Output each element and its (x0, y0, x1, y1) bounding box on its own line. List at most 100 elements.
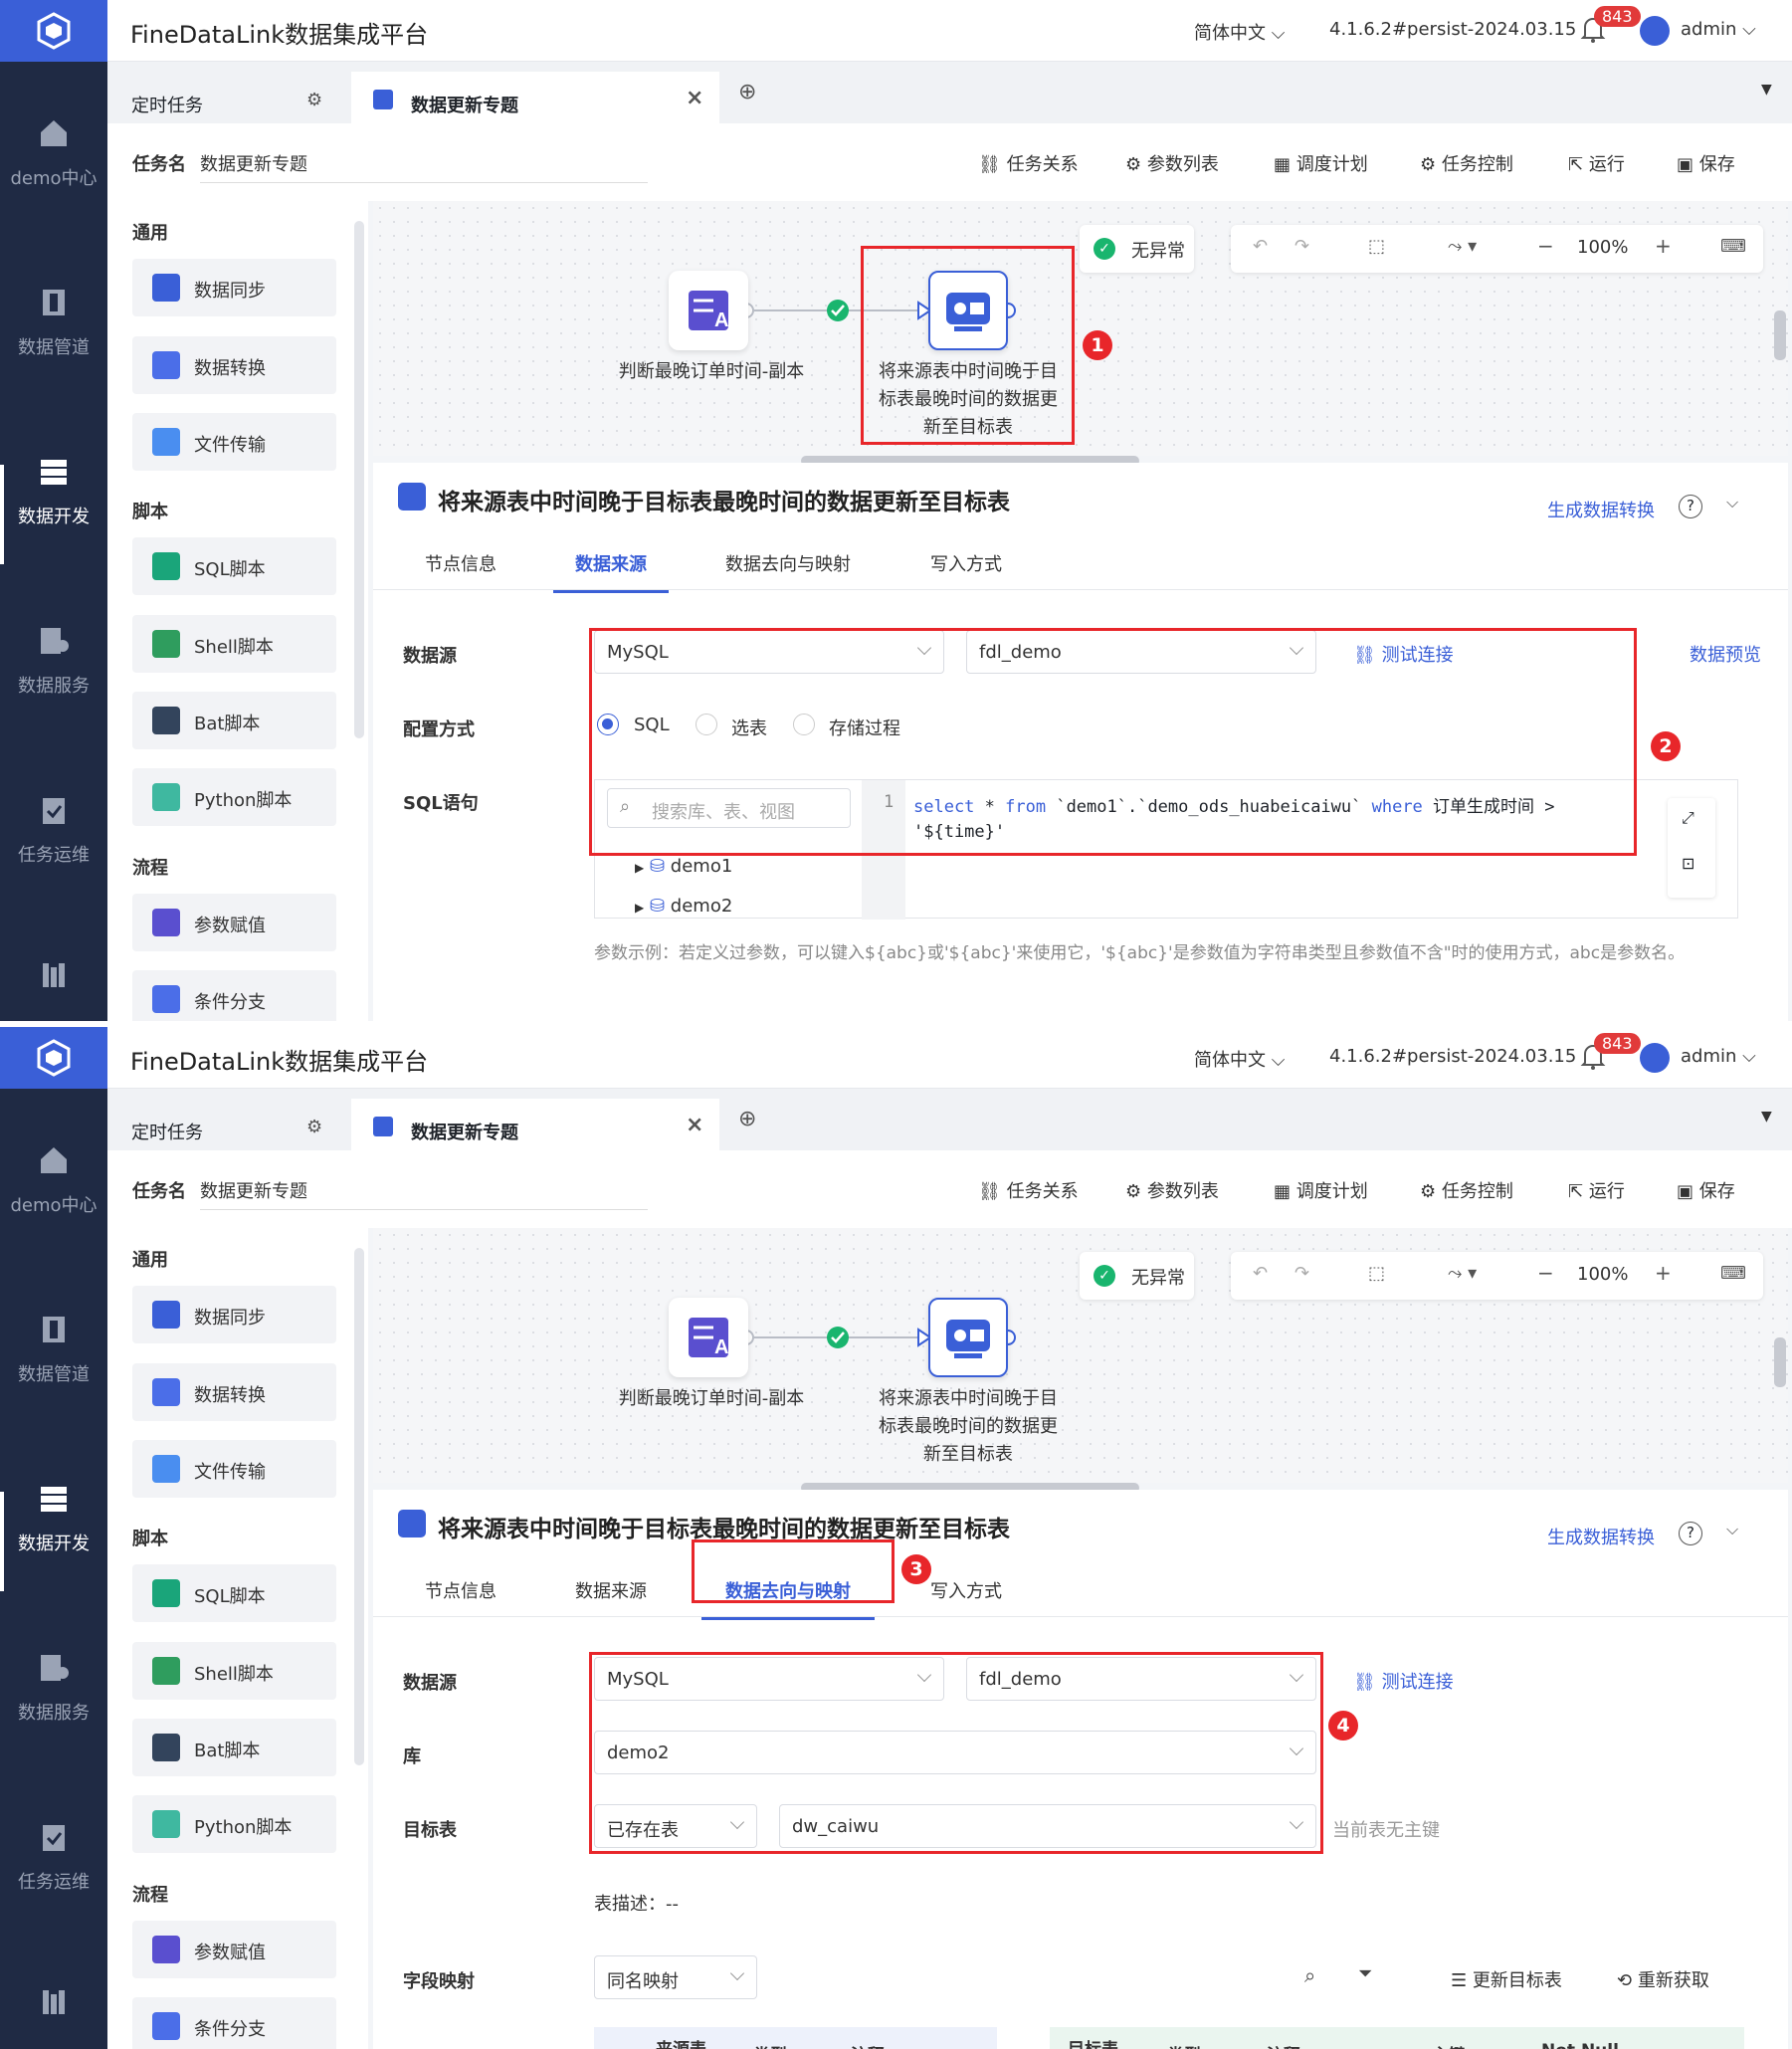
palette-data-transform[interactable]: 数据转换 (132, 1363, 336, 1421)
close-icon[interactable]: × (686, 1113, 703, 1137)
language-select[interactable]: 简体中文 ⌵ (1194, 19, 1285, 45)
palette-shell[interactable]: Shell脚本 (132, 1642, 336, 1700)
language-select[interactable]: 简体中文 ⌵ (1194, 1046, 1285, 1072)
chevron-down-icon[interactable]: ⌵ (1726, 493, 1738, 512)
chevron-down-icon[interactable]: ⌵ (1726, 1520, 1738, 1539)
node-update-target[interactable] (928, 1298, 1008, 1377)
palette-branch[interactable]: 条件分支 (132, 970, 336, 1021)
task-control-button[interactable]: ⚙ 任务控制 (1420, 1177, 1513, 1203)
mapping-mode-select[interactable]: 同名映射 (594, 1955, 757, 1999)
canvas-vscroll[interactable] (1774, 310, 1786, 360)
task-relation-button[interactable]: ⛓ 任务关系 (978, 150, 1079, 176)
palette-data-sync[interactable]: 数据同步 (132, 259, 336, 316)
task-control-button[interactable]: ⚙ 任务控制 (1420, 150, 1513, 176)
param-list-button[interactable]: ⚙ 参数列表 (1125, 1177, 1219, 1203)
update-target-button[interactable]: ☰ 更新目标表 (1451, 1966, 1562, 1992)
tab-active[interactable]: 数据更新专题 × (351, 1099, 719, 1150)
node-judge-latest[interactable]: A (669, 271, 748, 350)
palette-data-sync[interactable]: 数据同步 (132, 1286, 336, 1343)
add-tab-icon[interactable]: ⊕ (738, 1107, 756, 1131)
run-button[interactable]: ⇱ 运行 (1568, 150, 1625, 176)
schedule-button[interactable]: ▦ 调度计划 (1274, 1177, 1368, 1203)
palette-data-transform[interactable]: 数据转换 (132, 336, 336, 394)
test-connection-link[interactable]: ⛓ 测试连接 (1353, 1668, 1454, 1694)
caret-down-icon[interactable]: ▼ (1761, 82, 1772, 98)
gen-transform-link[interactable]: 生成数据转换 (1547, 497, 1655, 522)
tab-write-mode[interactable]: 写入方式 (930, 550, 1002, 576)
palette-scrollbar[interactable] (354, 221, 364, 738)
avatar[interactable] (1640, 16, 1670, 46)
add-tab-icon[interactable]: ⊕ (738, 80, 756, 104)
tree-item-demo1[interactable]: ▶ ⛁ demo1 (635, 856, 732, 877)
format-icon[interactable]: ⊡ (1682, 854, 1694, 873)
gear-icon[interactable]: ⚙ (306, 1117, 322, 1137)
flow-canvas[interactable]: ✓ 无异常 ↶ ↷ ⬚ ⤳ ▾ − 100% + ⌨ A 判断最晚订单时间-副本 … (373, 1228, 1788, 1493)
task-name-input[interactable]: 数据更新专题 (200, 150, 648, 183)
help-icon[interactable]: ? (1679, 495, 1702, 518)
tab-data-target[interactable]: 数据去向与映射 (725, 550, 851, 576)
sidebar-item-service[interactable]: 数据服务 (0, 624, 107, 743)
task-relation-button[interactable]: ⛓ 任务关系 (978, 1177, 1079, 1203)
gear-icon[interactable]: ⚙ (306, 90, 322, 110)
palette-python[interactable]: Python脚本 (132, 768, 336, 826)
palette-sql[interactable]: SQL脚本 (132, 1564, 336, 1622)
node-judge-latest[interactable]: A (669, 1298, 748, 1377)
user-menu[interactable]: admin ⌵ (1681, 1046, 1756, 1067)
tab-write-mode[interactable]: 写入方式 (930, 1577, 1002, 1603)
label-line: 将来源表中时间晚于目 (879, 1388, 1058, 1409)
search-icon[interactable]: ⌕ (1304, 1963, 1315, 1987)
tab-node-info[interactable]: 节点信息 (425, 1577, 497, 1603)
param-list-button[interactable]: ⚙ 参数列表 (1125, 150, 1219, 176)
run-button[interactable]: ⇱ 运行 (1568, 1177, 1625, 1203)
tab-active[interactable]: 数据更新专题 × (351, 72, 719, 123)
sidebar-item-service[interactable]: 数据服务 (0, 1651, 107, 1770)
palette-shell[interactable]: Shell脚本 (132, 615, 336, 673)
tab-data-source[interactable]: 数据来源 (575, 1577, 647, 1603)
palette-file-transfer[interactable]: 文件传输 (132, 413, 336, 471)
save-button[interactable]: ▣ 保存 (1677, 150, 1735, 176)
filter-icon[interactable]: ⏷ (1358, 1963, 1372, 1984)
refetch-button[interactable]: ⟲ 重新获取 (1617, 1966, 1709, 1992)
palette-python[interactable]: Python脚本 (132, 1795, 336, 1853)
canvas-vscroll[interactable] (1774, 1337, 1786, 1387)
close-icon[interactable]: × (686, 86, 703, 110)
sidebar-item-demo[interactable]: demo中心 (0, 116, 107, 236)
app-logo[interactable] (0, 1027, 107, 1089)
palette-branch[interactable]: 条件分支 (132, 1997, 336, 2049)
sidebar-item-ops[interactable]: 任务运维 (0, 793, 107, 913)
sidebar-item-more[interactable] (0, 1984, 107, 2034)
expand-icon[interactable]: ⤢ (1682, 808, 1694, 828)
sidebar-item-more[interactable] (0, 957, 107, 1007)
sidebar-item-ops[interactable]: 任务运维 (0, 1820, 107, 1940)
help-icon[interactable]: ? (1679, 1522, 1702, 1545)
palette-param-assign[interactable]: 参数赋值 (132, 1921, 336, 1978)
palette-scrollbar[interactable] (354, 1248, 364, 1765)
avatar[interactable] (1640, 1043, 1670, 1073)
svg-text:A: A (714, 309, 728, 331)
palette-param-assign[interactable]: 参数赋值 (132, 894, 336, 951)
app-logo[interactable] (0, 0, 107, 62)
caret-down-icon[interactable]: ▼ (1761, 1109, 1772, 1125)
tab-data-source[interactable]: 数据来源 (553, 550, 669, 593)
data-preview-link[interactable]: 数据预览 (1690, 641, 1761, 667)
palette-sql[interactable]: SQL脚本 (132, 537, 336, 595)
sidebar-item-pipeline[interactable]: 数据管道 (0, 286, 107, 405)
gen-transform-link[interactable]: 生成数据转换 (1547, 1524, 1655, 1549)
tab-node-info[interactable]: 节点信息 (425, 550, 497, 576)
flow-canvas[interactable]: ✓ 无异常 ↶ ↷ ⬚ ⤳ ▾ − 100% + ⌨ A 判断最晚订单时间-副本 … (373, 201, 1788, 466)
tab-scheduled[interactable]: 定时任务 ⚙ (107, 72, 346, 123)
sidebar-item-demo[interactable]: demo中心 (0, 1143, 107, 1263)
sidebar-item-pipeline[interactable]: 数据管道 (0, 1313, 107, 1432)
sidebar-item-dev[interactable]: 数据开发 (0, 455, 107, 574)
save-button[interactable]: ▣ 保存 (1677, 1177, 1735, 1203)
palette-bat[interactable]: Bat脚本 (132, 1719, 336, 1776)
sidebar-item-dev[interactable]: 数据开发 (0, 1482, 107, 1601)
schedule-button[interactable]: ▦ 调度计划 (1274, 150, 1368, 176)
palette-bat[interactable]: Bat脚本 (132, 692, 336, 749)
user-menu[interactable]: admin ⌵ (1681, 19, 1756, 40)
task-name-input[interactable]: 数据更新专题 (200, 1177, 648, 1210)
tree-item-demo2[interactable]: ▶ ⛁ demo2 (635, 896, 732, 917)
tab-label: 数据更新专题 (411, 1123, 518, 1143)
palette-file-transfer[interactable]: 文件传输 (132, 1440, 336, 1498)
tab-scheduled[interactable]: 定时任务 ⚙ (107, 1099, 346, 1150)
